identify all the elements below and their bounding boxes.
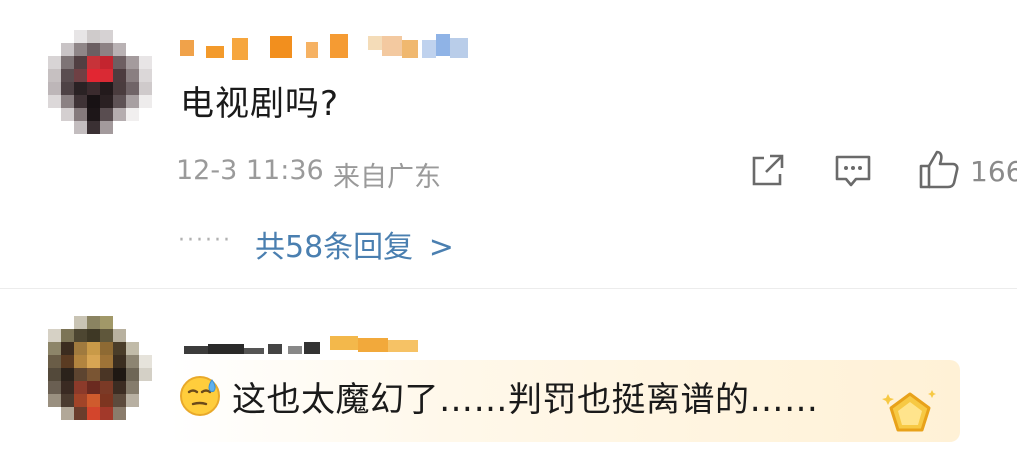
comment-text: 这也太魔幻了……判罚也挺离谱的…… xyxy=(232,380,819,420)
comment-icon[interactable] xyxy=(834,154,872,188)
avatar[interactable] xyxy=(48,30,152,134)
thumbs-up-icon[interactable] xyxy=(918,148,960,190)
view-replies-link[interactable]: 共58条回复 > xyxy=(255,222,454,266)
comment-text: 电视剧吗? xyxy=(180,84,340,124)
comment-location: 来自广东 xyxy=(333,162,441,193)
chevron-right-icon: > xyxy=(428,230,454,265)
replies-count-label: 共58条回复 xyxy=(255,230,414,265)
like-count: 166 xyxy=(970,155,1017,188)
replies-dots: ······ xyxy=(178,228,232,253)
divider xyxy=(0,288,1017,289)
username-censored[interactable] xyxy=(184,330,434,356)
sweat-face-emoji xyxy=(178,374,222,418)
username-censored[interactable] xyxy=(180,34,480,60)
gold-badge-icon xyxy=(880,386,940,442)
comment-timestamp: 12-3 11:36 xyxy=(176,155,324,186)
share-icon[interactable] xyxy=(750,152,786,188)
avatar[interactable] xyxy=(48,316,152,420)
